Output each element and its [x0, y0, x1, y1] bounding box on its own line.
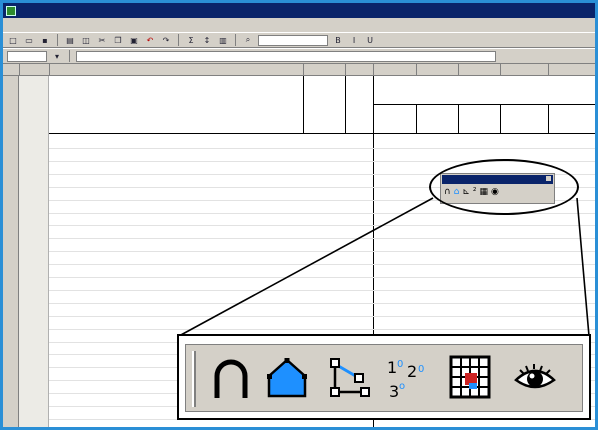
arch-icon[interactable] [208, 353, 254, 403]
svg-text:3: 3 [389, 382, 399, 401]
svg-text:0: 0 [397, 359, 403, 370]
callout-circle [429, 159, 579, 215]
zoomed-toolbar: 1 0 2 0 3 o [185, 344, 583, 412]
numbering-icon[interactable]: 1 0 2 0 3 o [384, 353, 430, 403]
edit-vertices-icon[interactable] [326, 353, 372, 403]
svg-text:0: 0 [418, 364, 424, 375]
eye-icon[interactable] [512, 353, 558, 403]
app-window: □ ▭ ▪ ▤ ◫ ✂ ❐ ▣ ↶ ↷ Σ ↕ ▥ ⌕ B I U ▾ ∩ ⌂ … [0, 0, 598, 430]
zoomed-toolbar-panel: 1 0 2 0 3 o [177, 334, 591, 420]
svg-text:o: o [399, 381, 405, 392]
toolbar-grip-handle[interactable] [192, 351, 196, 407]
svg-text:1: 1 [387, 358, 397, 377]
house-polygon-icon[interactable] [264, 353, 310, 403]
svg-text:2: 2 [407, 362, 417, 381]
color-grid-icon[interactable] [448, 353, 494, 403]
